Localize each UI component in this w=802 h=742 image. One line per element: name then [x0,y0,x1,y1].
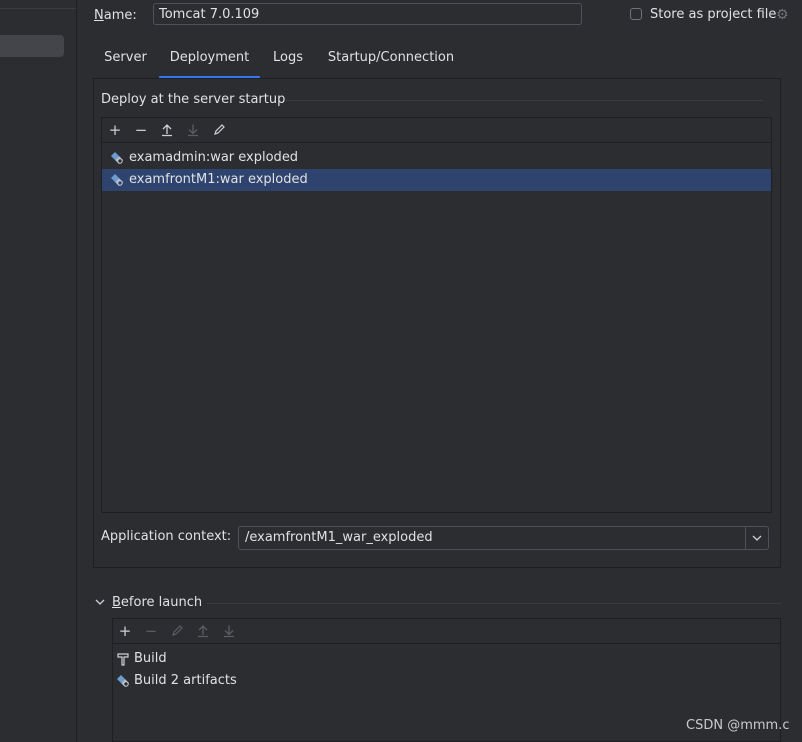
add-icon[interactable]: + [116,622,134,640]
before-launch-item-label: Build [134,651,167,666]
sidebar-divider [0,8,76,9]
deploy-item-label: examadmin:war exploded [129,150,299,165]
watermark: CSDN @mmm.c [686,718,790,733]
add-icon[interactable]: + [106,121,124,139]
move-up-icon[interactable] [158,121,176,139]
artifact-icon [110,151,124,165]
name-label: Name: [94,8,137,23]
toolbar-divider [113,643,780,644]
app-context-label: Application context: [101,529,232,544]
deploy-list-item-selected[interactable]: examfrontM1:war exploded [102,169,771,191]
app-context-value[interactable]: /examfrontM1_war_exploded [245,529,433,547]
left-sidebar [0,0,77,742]
deploy-list-item[interactable]: examadmin:war exploded [102,147,771,169]
group-divider [286,100,763,101]
artifact-icon [116,674,130,688]
deploy-group-title: Deploy at the server startup [101,92,286,107]
tab-server[interactable]: Server [99,48,152,78]
tab-startup-connection[interactable]: Startup/Connection [322,48,460,78]
move-down-icon[interactable] [184,121,202,139]
remove-icon[interactable]: − [142,622,160,640]
edit-icon[interactable] [168,622,186,640]
move-down-icon[interactable] [220,622,238,640]
tab-logs[interactable]: Logs [266,48,310,78]
move-up-icon[interactable] [194,622,212,640]
group-divider [207,603,781,604]
artifact-icon [110,173,124,187]
gear-icon[interactable]: ⚙ [776,6,792,24]
edit-icon[interactable] [210,121,228,139]
store-as-project-file-label[interactable]: Store as project file [650,6,776,24]
remove-icon[interactable]: − [132,121,150,139]
name-field[interactable] [153,3,582,25]
chevron-down-icon[interactable] [746,527,768,549]
collapse-chevron-icon[interactable] [93,595,107,611]
toolbar-divider [102,142,771,143]
sidebar-selected-item[interactable] [0,35,64,57]
before-launch-item-label: Build 2 artifacts [134,673,237,688]
store-as-project-file-checkbox[interactable] [630,8,642,20]
before-launch-item[interactable]: Build 2 artifacts [113,670,713,692]
tab-deployment[interactable]: Deployment [159,48,260,78]
before-launch-title[interactable]: Before launch [112,594,202,612]
build-icon [116,652,130,666]
deploy-item-label: examfrontM1:war exploded [129,172,308,187]
before-launch-item[interactable]: Build [113,648,713,670]
